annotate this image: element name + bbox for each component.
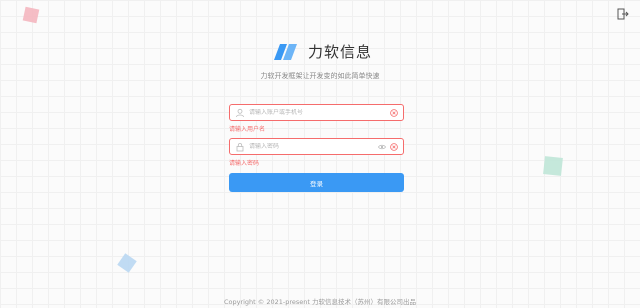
logo-icon	[273, 43, 297, 60]
username-field[interactable]	[229, 104, 404, 121]
username-input[interactable]	[249, 109, 386, 116]
footer-copyright: Copyright © 2021-present 力软信息技术（苏州）有限公司出…	[223, 298, 417, 306]
app-title: 力软信息	[307, 43, 372, 61]
clear-icon[interactable]	[390, 108, 398, 117]
decor-square-blue	[117, 253, 137, 273]
password-field[interactable]	[229, 138, 404, 155]
login-form: 请输入用户名 请输入密码 登录	[229, 104, 404, 192]
lock-icon	[236, 142, 244, 151]
password-error: 请输入密码	[229, 160, 260, 167]
clear-icon[interactable]	[390, 142, 398, 151]
password-input[interactable]	[249, 143, 374, 150]
username-error: 请输入用户名	[229, 126, 266, 133]
decor-square-mint	[543, 156, 563, 176]
login-button[interactable]: 登录	[229, 173, 404, 192]
eye-icon[interactable]	[378, 143, 386, 151]
app-subtitle: 力软开发框架让开发变的如此简单快速	[260, 71, 380, 80]
user-icon	[236, 108, 244, 117]
logout-icon[interactable]	[617, 8, 629, 20]
brand-header: 力软信息 力软开发框架让开发变的如此简单快速	[0, 41, 640, 81]
decor-square-pink	[22, 6, 40, 24]
